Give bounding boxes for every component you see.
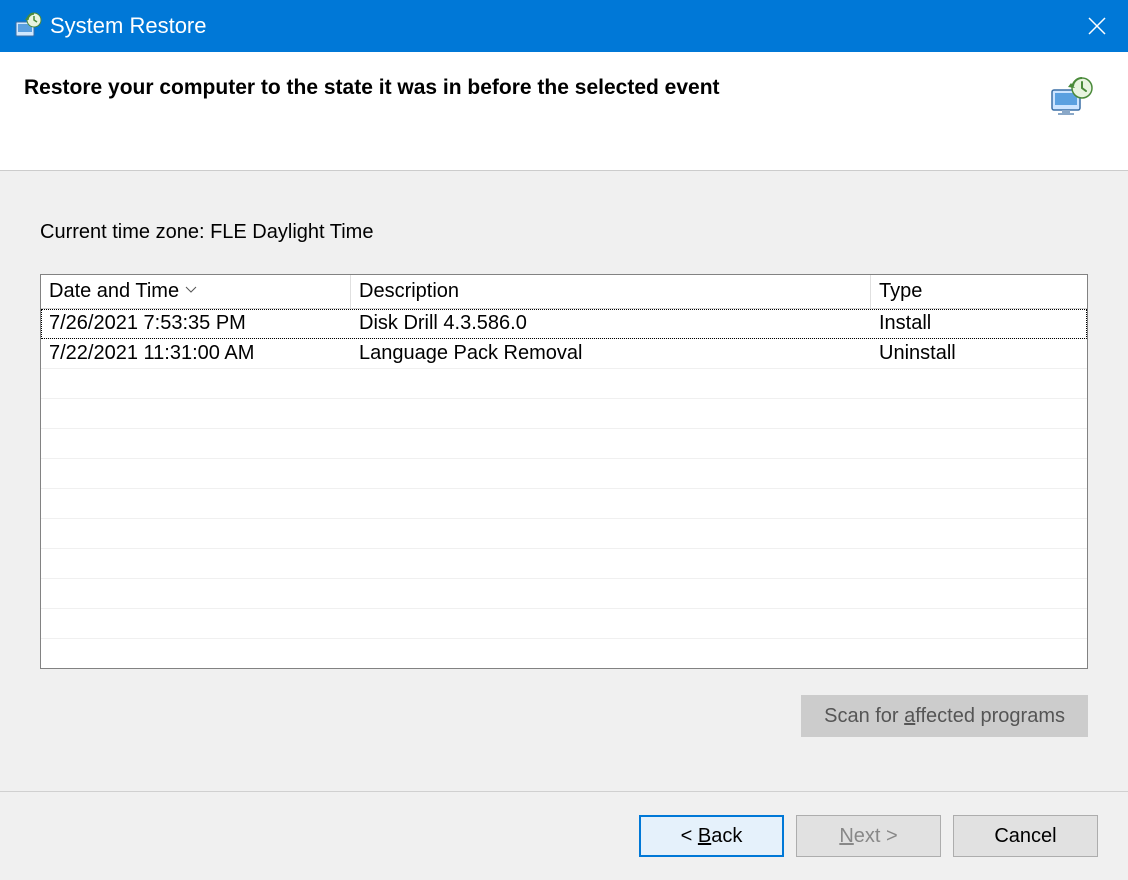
- content-section: Current time zone: FLE Daylight Time Dat…: [0, 171, 1128, 791]
- scan-button-label: Scan for affected programs: [824, 705, 1065, 727]
- table-header: Date and Time Description Type: [41, 275, 1087, 309]
- restore-points-table: Date and Time Description Type 7/26/2021…: [40, 274, 1088, 669]
- sort-descending-icon: [185, 276, 197, 299]
- column-header-type[interactable]: Type: [871, 275, 1087, 308]
- cancel-button[interactable]: Cancel: [953, 815, 1098, 857]
- cell-description: Disk Drill 4.3.586.0: [351, 312, 871, 335]
- system-restore-icon: [14, 12, 42, 40]
- empty-row: [41, 609, 1087, 639]
- empty-row: [41, 429, 1087, 459]
- column-header-description[interactable]: Description: [351, 275, 871, 308]
- page-title: Restore your computer to the state it wa…: [24, 76, 720, 100]
- cell-type: Uninstall: [871, 342, 1087, 365]
- empty-row: [41, 519, 1087, 549]
- empty-row: [41, 489, 1087, 519]
- empty-row: [41, 369, 1087, 399]
- back-button-label: < Back: [681, 825, 743, 847]
- table-row[interactable]: 7/22/2021 11:31:00 AM Language Pack Remo…: [41, 339, 1087, 369]
- scan-button-row: Scan for affected programs: [40, 695, 1088, 737]
- table-body: 7/26/2021 7:53:35 PM Disk Drill 4.3.586.…: [41, 309, 1087, 668]
- scan-affected-programs-button[interactable]: Scan for affected programs: [801, 695, 1088, 737]
- column-header-description-label: Description: [359, 280, 459, 303]
- cell-type: Install: [871, 312, 1087, 335]
- window-title: System Restore: [50, 13, 207, 39]
- next-button-label: Next >: [839, 825, 897, 847]
- cell-date: 7/26/2021 7:53:35 PM: [41, 312, 351, 335]
- empty-row: [41, 549, 1087, 579]
- close-button[interactable]: [1066, 0, 1128, 52]
- cancel-button-label: Cancel: [994, 825, 1056, 847]
- header-section: Restore your computer to the state it wa…: [0, 52, 1128, 170]
- close-icon: [1088, 17, 1106, 35]
- footer: < Back Next > Cancel: [0, 792, 1128, 880]
- empty-row: [41, 579, 1087, 609]
- column-header-date[interactable]: Date and Time: [41, 275, 351, 308]
- titlebar: System Restore: [0, 0, 1128, 52]
- cell-description: Language Pack Removal: [351, 342, 871, 365]
- back-button[interactable]: < Back: [639, 815, 784, 857]
- table-row[interactable]: 7/26/2021 7:53:35 PM Disk Drill 4.3.586.…: [41, 309, 1087, 339]
- empty-row: [41, 639, 1087, 669]
- next-button[interactable]: Next >: [796, 815, 941, 857]
- column-header-date-label: Date and Time: [49, 280, 179, 303]
- titlebar-left: System Restore: [14, 12, 207, 40]
- empty-row: [41, 399, 1087, 429]
- empty-row: [41, 459, 1087, 489]
- system-restore-large-icon: [1048, 76, 1096, 116]
- column-header-type-label: Type: [879, 280, 922, 303]
- cell-date: 7/22/2021 11:31:00 AM: [41, 342, 351, 365]
- timezone-label: Current time zone: FLE Daylight Time: [40, 221, 1088, 244]
